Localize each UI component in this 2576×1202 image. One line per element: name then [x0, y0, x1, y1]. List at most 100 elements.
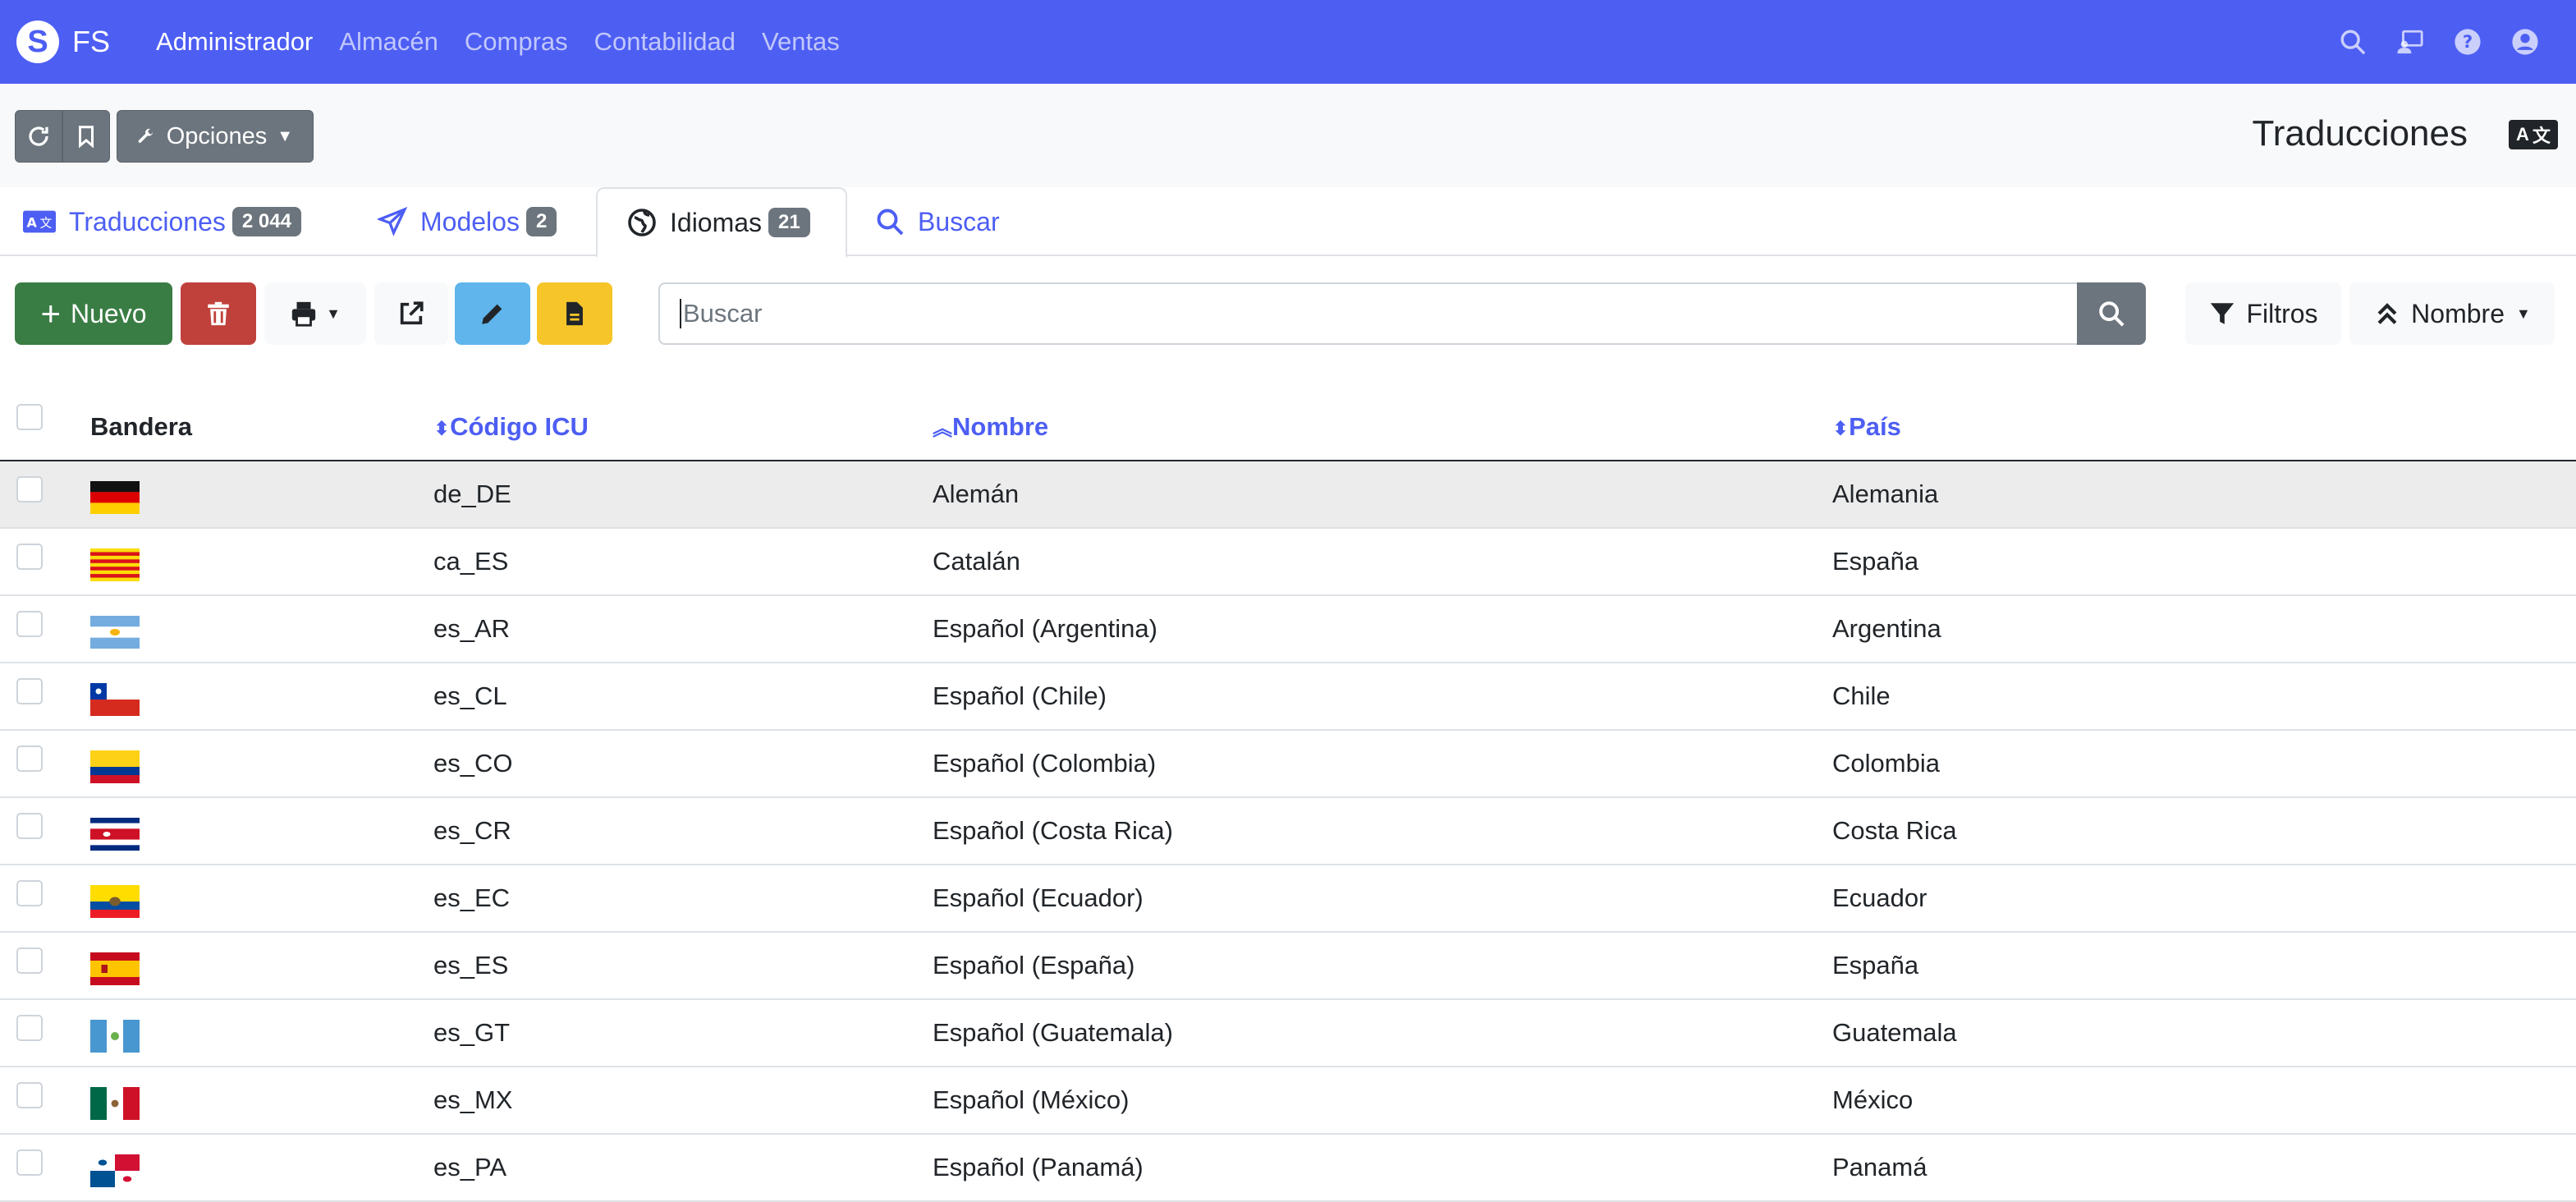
row-checkbox[interactable]: [16, 1082, 43, 1108]
cell-country[interactable]: Alemania: [1832, 479, 1938, 509]
row-checkbox[interactable]: [16, 746, 43, 772]
cell-code[interactable]: ca_ES: [433, 547, 508, 576]
table-row[interactable]: es_EC Español (Ecuador) Ecuador: [0, 865, 2576, 933]
top-navbar: S FS Administrador Almacén Compras Conta…: [0, 0, 2576, 84]
search-input[interactable]: Buscar: [658, 282, 2079, 345]
cell-code[interactable]: es_PA: [433, 1153, 506, 1182]
print-dropdown-button[interactable]: ▼: [264, 282, 366, 345]
cell-name[interactable]: Español (Costa Rica): [933, 816, 1173, 846]
cell-code[interactable]: es_ES: [433, 951, 508, 980]
row-checkbox[interactable]: [16, 1149, 43, 1176]
document-button[interactable]: [537, 282, 612, 345]
sort-dropdown-button[interactable]: Nombre ▼: [2349, 282, 2555, 345]
cell-name[interactable]: Español (Chile): [933, 681, 1107, 711]
cell-code[interactable]: de_DE: [433, 479, 511, 509]
nav-item-almacen[interactable]: Almacén: [339, 27, 438, 57]
select-all-checkbox[interactable]: [16, 404, 43, 430]
toolbar-button-group: Opciones ▼: [15, 110, 314, 163]
sort-icon: ⬍: [1832, 418, 1849, 440]
table-row[interactable]: es_ES Español (España) España: [0, 933, 2576, 1000]
cell-name[interactable]: Español (México): [933, 1085, 1129, 1115]
column-header-name[interactable]: ︽Nombre: [933, 412, 1048, 442]
cell-name[interactable]: Español (Guatemala): [933, 1018, 1173, 1048]
cell-country[interactable]: Guatemala: [1832, 1018, 1957, 1048]
row-checkbox[interactable]: [16, 947, 43, 974]
cell-name[interactable]: Español (Colombia): [933, 749, 1156, 778]
cell-code[interactable]: es_CL: [433, 681, 507, 711]
nav-item-contabilidad[interactable]: Contabilidad: [594, 27, 736, 57]
search-icon[interactable]: [2338, 27, 2367, 57]
open-external-button[interactable]: [374, 282, 448, 345]
table-row[interactable]: es_CR Español (Costa Rica) Costa Rica: [0, 798, 2576, 865]
reload-button[interactable]: [15, 110, 62, 163]
cell-name[interactable]: Español (España): [933, 951, 1134, 980]
user-circle-icon[interactable]: [2510, 27, 2540, 57]
brand[interactable]: S FS: [16, 21, 110, 63]
table-row[interactable]: es_CL Español (Chile) Chile: [0, 663, 2576, 731]
delete-button[interactable]: [181, 282, 256, 345]
tab-label: Idiomas: [670, 207, 763, 237]
edit-button[interactable]: [455, 282, 530, 345]
table-row[interactable]: es_AR Español (Argentina) Argentina: [0, 596, 2576, 663]
nav-item-ventas[interactable]: Ventas: [762, 27, 840, 57]
tab-traducciones[interactable]: A文 Traducciones 2 044: [23, 187, 301, 256]
list-actions: + Nuevo ▼ Buscar Filtros Nombre ▼: [0, 282, 2576, 345]
cell-country[interactable]: España: [1832, 547, 1918, 576]
tab-idiomas[interactable]: Idiomas 21: [596, 187, 847, 258]
table-row[interactable]: es_CO Español (Colombia) Colombia: [0, 731, 2576, 798]
flag-mx-icon: [90, 1087, 140, 1120]
cell-country[interactable]: Chile: [1832, 681, 1891, 711]
table-row[interactable]: ca_ES Catalán España: [0, 529, 2576, 596]
bookmark-button[interactable]: [62, 110, 110, 163]
tab-buscar[interactable]: Buscar: [875, 187, 1000, 256]
search-submit-button[interactable]: [2077, 282, 2146, 345]
row-checkbox[interactable]: [16, 678, 43, 704]
nav-item-administrador[interactable]: Administrador: [156, 27, 313, 57]
cell-country[interactable]: Costa Rica: [1832, 816, 1957, 846]
brand-logo-icon: S: [16, 21, 59, 63]
table-row[interactable]: es_GT Español (Guatemala) Guatemala: [0, 1000, 2576, 1067]
cell-name[interactable]: Español (Panamá): [933, 1153, 1144, 1182]
cell-country[interactable]: México: [1832, 1085, 1913, 1115]
table-row[interactable]: es_PA Español (Panamá) Panamá: [0, 1135, 2576, 1202]
cell-country[interactable]: Ecuador: [1832, 883, 1927, 913]
cell-code[interactable]: es_CR: [433, 816, 511, 846]
tab-count-badge: 2 044: [231, 207, 301, 236]
caret-down-icon: ▼: [2515, 305, 2531, 322]
options-dropdown-button[interactable]: Opciones ▼: [117, 110, 314, 163]
cell-code[interactable]: es_CO: [433, 749, 512, 778]
column-header-country[interactable]: ⬍País: [1832, 412, 1901, 442]
new-button[interactable]: + Nuevo: [15, 282, 172, 345]
table-row[interactable]: es_MX Español (México) México: [0, 1067, 2576, 1135]
cell-name[interactable]: Catalán: [933, 547, 1020, 576]
cell-country[interactable]: España: [1832, 951, 1918, 980]
cell-code[interactable]: es_MX: [433, 1085, 512, 1115]
search-icon: [2099, 301, 2125, 327]
cell-country[interactable]: Panamá: [1832, 1153, 1927, 1182]
table-row[interactable]: de_DE Alemán Alemania: [0, 461, 2576, 529]
language-icon: A文: [23, 210, 56, 233]
column-header-code[interactable]: ⬍Código ICU: [433, 412, 589, 442]
tab-modelos[interactable]: Modelos 2: [378, 187, 557, 256]
row-checkbox[interactable]: [16, 611, 43, 637]
cell-name[interactable]: Español (Argentina): [933, 614, 1157, 644]
reload-icon: [29, 126, 48, 146]
row-checkbox[interactable]: [16, 813, 43, 839]
cell-country[interactable]: Argentina: [1832, 614, 1941, 644]
question-icon[interactable]: ?: [2453, 27, 2482, 57]
row-checkbox[interactable]: [16, 476, 43, 502]
nav-item-compras[interactable]: Compras: [465, 27, 568, 57]
main-menu: Administrador Almacén Compras Contabilid…: [156, 27, 866, 57]
filters-button[interactable]: Filtros: [2185, 282, 2341, 345]
double-chevron-up-icon: [2377, 303, 2397, 324]
cell-code[interactable]: es_GT: [433, 1018, 510, 1048]
cell-name[interactable]: Alemán: [933, 479, 1019, 509]
row-checkbox[interactable]: [16, 544, 43, 570]
user-tie-icon[interactable]: [2395, 27, 2425, 57]
cell-country[interactable]: Colombia: [1832, 749, 1940, 778]
cell-code[interactable]: es_EC: [433, 883, 510, 913]
cell-code[interactable]: es_AR: [433, 614, 510, 644]
cell-name[interactable]: Español (Ecuador): [933, 883, 1144, 913]
row-checkbox[interactable]: [16, 880, 43, 906]
row-checkbox[interactable]: [16, 1015, 43, 1041]
